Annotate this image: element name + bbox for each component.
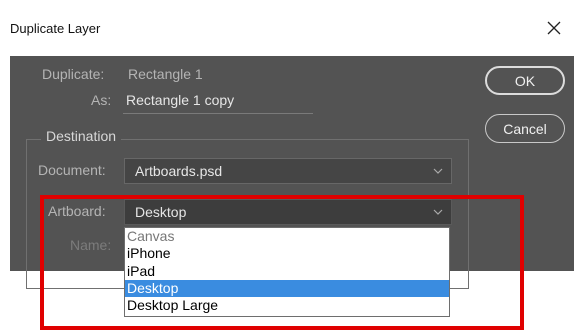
name-label: Name: bbox=[70, 237, 112, 253]
chevron-down-icon bbox=[433, 209, 443, 215]
artboard-select[interactable]: Desktop bbox=[124, 199, 452, 225]
cancel-button[interactable]: Cancel bbox=[485, 114, 565, 143]
as-input[interactable]: Rectangle 1 copy bbox=[123, 89, 313, 114]
document-select-value: Artboards.psd bbox=[135, 163, 223, 179]
as-input-value: Rectangle 1 copy bbox=[126, 92, 235, 108]
ok-button[interactable]: OK bbox=[485, 66, 565, 95]
as-label: As: bbox=[91, 92, 112, 108]
close-icon bbox=[547, 21, 561, 35]
artboard-option-selected[interactable]: Desktop bbox=[125, 279, 449, 298]
artboard-option[interactable]: iPad bbox=[125, 263, 449, 280]
artboard-option[interactable]: Desktop Large bbox=[125, 297, 449, 314]
artboard-select-value: Desktop bbox=[135, 204, 187, 220]
title-bar: Duplicate Layer bbox=[0, 0, 574, 56]
duplicate-value: Rectangle 1 bbox=[128, 66, 203, 82]
destination-legend: Destination bbox=[41, 128, 122, 144]
dialog-title: Duplicate Layer bbox=[10, 21, 101, 36]
document-select[interactable]: Artboards.psd bbox=[124, 158, 452, 184]
artboard-option[interactable]: Canvas bbox=[125, 228, 449, 245]
chevron-down-icon bbox=[433, 168, 443, 174]
document-label: Document: bbox=[38, 162, 106, 178]
artboard-dropdown-list[interactable]: Canvas iPhone iPad Desktop Desktop Large bbox=[124, 227, 450, 317]
close-button[interactable] bbox=[538, 12, 570, 44]
artboard-label: Artboard: bbox=[48, 203, 106, 219]
artboard-option[interactable]: iPhone bbox=[125, 245, 449, 262]
duplicate-label: Duplicate: bbox=[42, 66, 105, 82]
